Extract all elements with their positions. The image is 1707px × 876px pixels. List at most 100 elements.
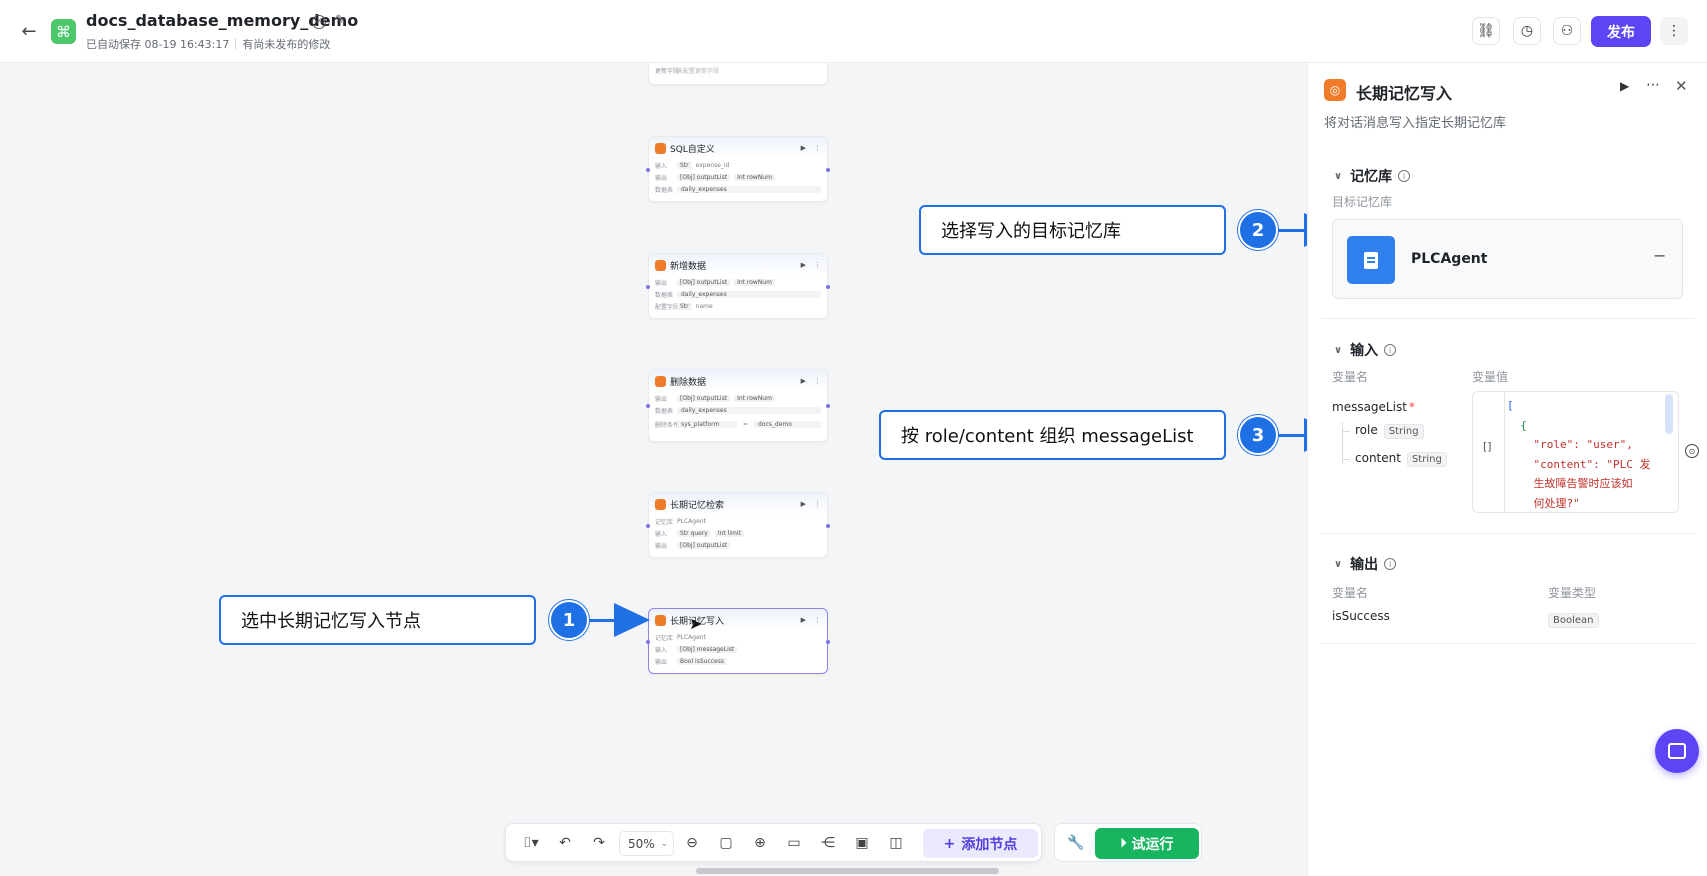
- top-header: ← ⌘ docs_database_memory_demo ✓ ✎ 已自动保存 …: [0, 0, 1707, 63]
- more-vertical-icon[interactable]: ⋮: [814, 500, 821, 508]
- mouse-icon[interactable]: ⌷▾: [516, 832, 546, 854]
- more-vertical-icon[interactable]: ⋮: [814, 261, 821, 269]
- minus-icon[interactable]: −: [1653, 246, 1666, 265]
- type-tag: String: [1406, 452, 1447, 467]
- output-port[interactable]: [826, 404, 830, 408]
- zoom-in-icon[interactable]: ⊕: [749, 832, 771, 854]
- play-icon[interactable]: ▶: [801, 144, 806, 152]
- edit-icon[interactable]: ✎: [335, 13, 346, 28]
- node-tag: [Obj] outputList: [677, 394, 731, 402]
- json-value-editor[interactable]: [] [ { "role": "user", "content": "PLC 发…: [1472, 391, 1679, 513]
- node-tag: Str: [677, 161, 692, 169]
- undo-icon[interactable]: ↶: [554, 832, 576, 854]
- node-tag: Int limit: [714, 529, 744, 537]
- panel-description: 将对话消息写入指定长期记忆库: [1324, 116, 1507, 131]
- publish-button[interactable]: 发布: [1591, 16, 1651, 47]
- input-port[interactable]: [646, 640, 650, 644]
- more-vertical-icon[interactable]: ⋮: [814, 616, 821, 624]
- run-toolbar: 🔧 ⏵ 试运行: [1054, 823, 1202, 862]
- output-type-tag: Boolean: [1548, 613, 1599, 628]
- add-node-button[interactable]: + 添加节点: [923, 829, 1038, 858]
- more-vertical-icon[interactable]: ⋮: [1660, 17, 1688, 45]
- node-field-label: 数据表: [655, 291, 674, 299]
- minimap-icon[interactable]: ▣: [851, 832, 873, 854]
- divider: [1321, 643, 1695, 644]
- code-scrollbar[interactable]: [1665, 394, 1673, 434]
- memory-section-header[interactable]: ∨ 记忆库 i: [1334, 166, 1411, 186]
- wrench-icon[interactable]: 🔧: [1065, 832, 1087, 854]
- node-field-label: 删除条件: [655, 421, 680, 429]
- code-line: {: [1507, 418, 1527, 432]
- output-port[interactable]: [826, 524, 830, 528]
- workflow-node-memory-write[interactable]: 长期记忆写入 ▶ ⋮ 记忆库 PLCAgent 输入 [Obj] messageLi…: [646, 608, 830, 674]
- memory-card[interactable]: PLCAgent −: [1332, 219, 1683, 299]
- workflow-node-memory-search[interactable]: 长期记忆检索 ▶ ⋮ 记忆库 PLCAgent 输入 Str query Int li…: [646, 492, 830, 558]
- zoom-select[interactable]: 50% ⌄: [619, 831, 674, 856]
- node-tag-text: name: [695, 302, 713, 310]
- assistant-icon: [1668, 743, 1686, 759]
- fit-view-icon[interactable]: ▢: [715, 832, 737, 854]
- canvas-toolbar: ⌷▾ ↶ ↷ 50% ⌄ ⊖ ▢ ⊕ ▭ ⋲ ▣ ◫ + 添加节点: [505, 823, 1042, 862]
- chevron-down-icon[interactable]: ∨: [1334, 171, 1342, 182]
- json-code[interactable]: [ { "role": "user", "content": "PLC 发 生故…: [1507, 396, 1657, 512]
- workflow-node-sql[interactable]: SQL自定义 ▶ ⋮ 输入 Str expense_id 输出 [Obj] outpu…: [646, 136, 830, 202]
- arrow-left-icon[interactable]: ←: [18, 20, 40, 42]
- input-section-header[interactable]: ∨ 输入 i: [1334, 340, 1397, 360]
- redo-icon[interactable]: ↷: [588, 832, 610, 854]
- test-run-button[interactable]: ⏵ 试运行: [1095, 828, 1199, 859]
- link-icon[interactable]: ⛓: [1472, 17, 1500, 45]
- horizontal-scrollbar[interactable]: [696, 868, 999, 874]
- delete-icon: [655, 375, 666, 387]
- node-title: 长期记忆检索: [670, 500, 725, 511]
- input-port[interactable]: [646, 285, 650, 289]
- input-port[interactable]: [646, 404, 650, 408]
- node-field-label: 输出: [655, 542, 668, 550]
- workflow-node-delete[interactable]: 删除数据 ▶ ⋮ 输出 [Obj] outputList Int rowNum 数据…: [646, 369, 830, 442]
- chevron-down-icon[interactable]: ∨: [1334, 345, 1342, 356]
- output-port[interactable]: [826, 168, 830, 172]
- play-icon[interactable]: ▶: [801, 261, 806, 269]
- chevron-down-icon[interactable]: ∨: [1334, 559, 1342, 570]
- input-var-name: messageList *: [1332, 400, 1415, 414]
- check-circle-icon: ✓: [312, 15, 326, 29]
- layout-icon[interactable]: ⋲: [817, 832, 839, 854]
- close-icon[interactable]: ✕: [1675, 77, 1688, 95]
- play-icon[interactable]: ▶: [801, 377, 806, 385]
- more-horizontal-icon[interactable]: ⋯: [1646, 77, 1660, 93]
- input-port[interactable]: [646, 168, 650, 172]
- assistant-fab-button[interactable]: [1655, 729, 1699, 773]
- workflow-node-update[interactable]: 更新字段 未配置更新字段: [648, 63, 828, 85]
- more-vertical-icon[interactable]: ⋮: [814, 144, 821, 152]
- required-mark: *: [1408, 400, 1415, 414]
- collaborator-icon[interactable]: ⚇: [1553, 17, 1581, 45]
- output-port[interactable]: [826, 285, 830, 289]
- node-title: 删除数据: [670, 377, 707, 388]
- play-icon[interactable]: ▶: [1620, 79, 1629, 93]
- node-tag: Int rowNum: [734, 173, 775, 181]
- history-icon[interactable]: ◷: [1513, 17, 1541, 45]
- zoom-out-icon[interactable]: ⊖: [681, 832, 703, 854]
- node-field-label: 记忆库: [655, 518, 674, 526]
- node-tag: Int rowNum: [734, 278, 775, 286]
- code-line: 生故障告警时应该如: [1507, 477, 1633, 490]
- variable-reference-icon[interactable]: ⊙: [1685, 444, 1699, 458]
- node-title: SQL自定义: [670, 144, 715, 155]
- info-icon[interactable]: i: [1384, 344, 1397, 356]
- play-icon[interactable]: ▶: [801, 500, 806, 508]
- memory-icon: [655, 614, 666, 626]
- add-node-label: 添加节点: [961, 836, 1018, 853]
- node-tag: [Obj] outputList: [677, 173, 731, 181]
- more-vertical-icon[interactable]: ⋮: [814, 377, 821, 385]
- info-icon[interactable]: i: [1398, 170, 1411, 182]
- zoom-value: 50%: [628, 836, 655, 851]
- output-section-header[interactable]: ∨ 输出 i: [1334, 554, 1397, 574]
- info-icon[interactable]: i: [1384, 558, 1397, 570]
- output-port[interactable]: [826, 640, 830, 644]
- annotation-arrow-head: [614, 603, 650, 637]
- workflow-node-insert[interactable]: 新增数据 ▶ ⋮ 输出 [Obj] outputList Int rowNum 数据…: [646, 253, 830, 319]
- play-icon[interactable]: ▶: [801, 616, 806, 624]
- comment-icon[interactable]: ▭: [783, 832, 805, 854]
- input-port[interactable]: [646, 524, 650, 528]
- image-icon[interactable]: ◫: [885, 832, 907, 854]
- node-tag-text: expense_id: [695, 161, 730, 169]
